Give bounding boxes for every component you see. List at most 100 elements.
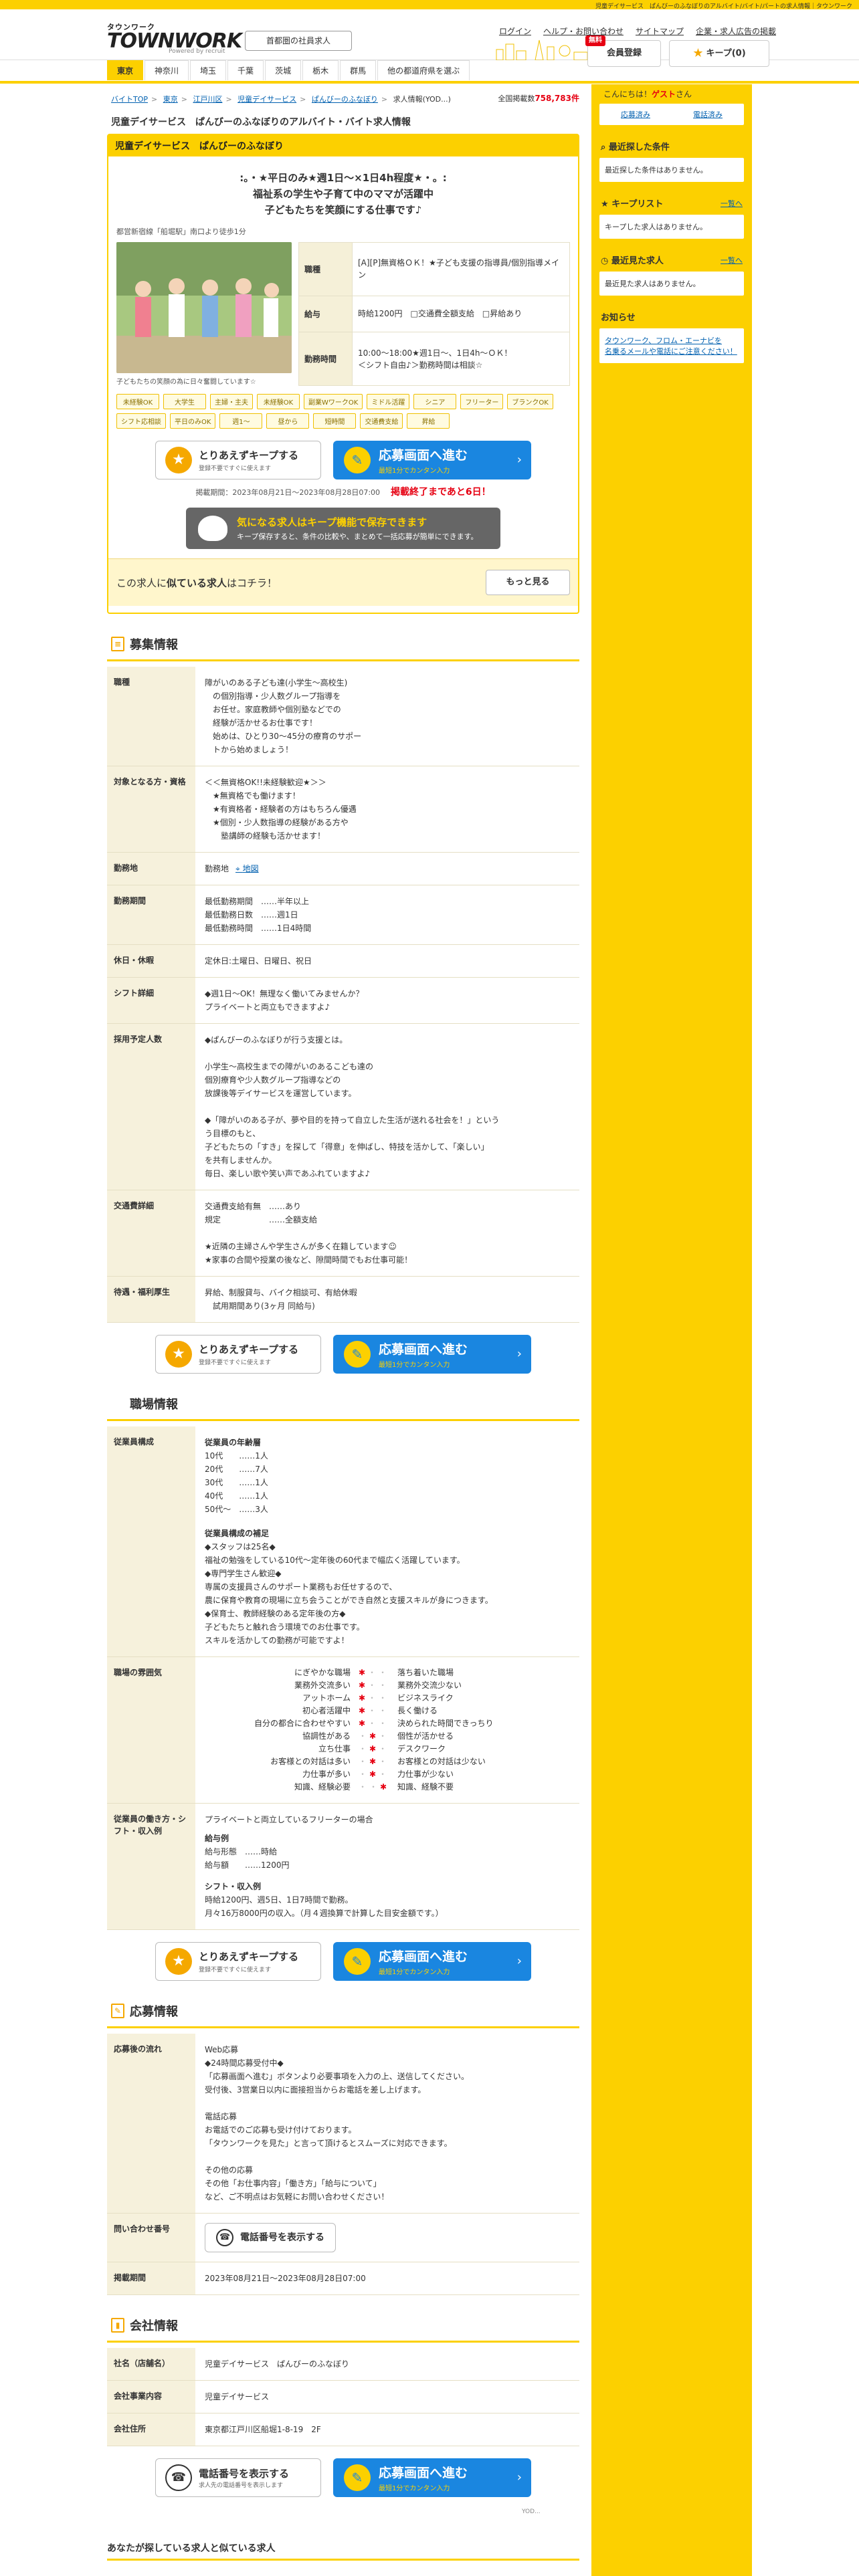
atmosphere-dots: ✱・・ <box>351 1667 397 1679</box>
atmosphere-left: アットホーム <box>302 1693 351 1703</box>
atmosphere-dots: ✱・・ <box>351 1717 397 1730</box>
register-button[interactable]: 無料 会員登録 <box>585 35 661 67</box>
atmosphere-dot: ・ <box>379 1719 390 1728</box>
row-value: 東京都江戸川区船堀1-8-19 2F <box>195 2413 579 2446</box>
row-value: 児童デイサービス ぱんびーのふなぼり <box>195 2348 579 2381</box>
table-row: シフト詳細 ◆週1日〜OK！無理なく働いてみませんか？ プライベートと両立もできま… <box>107 977 579 1024</box>
show-phone-button[interactable]: ☎ 電話番号を表示する 求人先の電話番号を表示します <box>155 2458 321 2497</box>
row-value: 昇給、制服貸与、バイク相談可、有給休暇 試用期間あり(3ヶ月 同給与) <box>195 1276 579 1323</box>
help-link[interactable]: ヘルプ・お問い合わせ <box>543 25 624 37</box>
phone-icon: ☎ <box>216 2229 233 2246</box>
keep-header-button[interactable]: ★ キープ(0) <box>669 40 769 67</box>
summary-label: 勤務時間 <box>298 332 353 386</box>
action-buttons: ★ とりあえずキープする 登録不要ですぐに使えます ✎ 応募画面へ進む 最短1分でカ… <box>116 441 570 479</box>
keeplist-more-link[interactable]: 一覧へ <box>721 198 743 209</box>
atmosphere-right: 知識、経験不要 <box>397 1782 454 1792</box>
apply-button[interactable]: ✎ 応募画面へ進む 最短1分でカンタン入力 › <box>333 2458 531 2497</box>
keep-feature-banner[interactable]: 気になる求人はキープ機能で保存できます キープ保存すると、条件の比較や、まとめて一… <box>186 508 500 549</box>
keep-header-label: キープ(0) <box>706 48 746 59</box>
job-summary-card: 児童デイサービス ぱんびーのふなぼり :。・★平日のみ★週1日〜×1日4h程度★… <box>107 134 579 614</box>
catch-copy: :。・★平日のみ★週1日〜×1日4h程度★・。: 福祉系の学生や子育て中のママが… <box>240 172 447 216</box>
nav-chiba[interactable]: 千葉 <box>227 60 264 80</box>
job-photo[interactable] <box>116 242 292 373</box>
recent-seen-more-link[interactable]: 一覧へ <box>721 255 743 265</box>
feature-tag: 週1～ <box>219 413 263 429</box>
feature-tag: ミドル活躍 <box>367 394 410 409</box>
age-title: 従業員の年齢層 <box>205 1438 262 1447</box>
document-icon: ≡ <box>111 637 124 651</box>
summary-value: 時給1200円 □交通費全額支給 □昇給あり <box>352 295 570 333</box>
breadcrumb-item[interactable]: 東京 <box>163 95 178 104</box>
apply-button[interactable]: ✎ 応募画面へ進む 最短1分でカンタン入力 › <box>333 1335 531 1374</box>
age-row: 40代 ……1人 <box>205 1491 268 1501</box>
table-row: 問い合わせ番号 ☎ 電話番号を表示する <box>107 2213 579 2262</box>
table-row: 給与 時給1200円 □交通費全額支給 □昇給あり <box>298 295 570 333</box>
atmosphere-right: 落ち着いた職場 <box>397 1668 454 1677</box>
atmosphere-row: 立ち仕事 ・✱・ デスクワーク <box>205 1743 570 1755</box>
nav-other-prefectures[interactable]: 他の都道府県を選ぶ <box>377 60 470 80</box>
summary-label: 給与 <box>298 295 353 333</box>
table-row: 職種 [A][P]無資格ＯＫ！★子ども支援の指導員/個別指導メイン <box>298 242 570 296</box>
table-row: 従業員の働き方・シフト・収入例 プライベートと両立しているフリーターの場合 給与… <box>107 1803 579 1930</box>
search-icon: ⌕ <box>601 142 609 152</box>
row-value: プライベートと両立しているフリーターの場合 給与例 給与形態 ……時給 給与額 … <box>195 1803 579 1930</box>
map-label: 地図 <box>242 864 259 873</box>
breadcrumb-item[interactable]: 児童デイサービス <box>237 95 296 104</box>
row-value: Web応募 ◆24時間応募受付中◆ 「応募画面へ進む」ボタンより必要事項を入力の… <box>195 2034 579 2214</box>
atmosphere-left: 知識、経験必要 <box>294 1782 351 1792</box>
nav-ibaraki[interactable]: 茨城 <box>265 60 302 80</box>
chevron-right-icon: › <box>516 1954 522 1968</box>
company-heading: ▮ 会社情報 <box>107 2307 579 2343</box>
free-badge: 無料 <box>585 35 605 46</box>
see-more-button[interactable]: もっと見る <box>486 570 570 595</box>
atmosphere-row: お客様との対話は多い ・✱・ お客様との対話は少ない <box>205 1755 570 1768</box>
breadcrumb-item[interactable]: ぱんびーのふなぼり <box>312 95 378 104</box>
atmosphere-row: 業務外交流多い ✱・・ 業務外交流少ない <box>205 1679 570 1692</box>
keeplist-label: キープリスト <box>611 199 664 209</box>
sitemap-link[interactable]: サイトマップ <box>636 25 684 37</box>
similar-prefix: この求人に <box>116 576 167 589</box>
nav-tokyo[interactable]: 東京 <box>107 60 144 80</box>
row-value: 最低勤務期間 ……半年以上 最低勤務日数 ……週1日 最低勤務時間 ……1日4時… <box>195 885 579 945</box>
atmosphere-right: 決められた時間できっちり <box>397 1719 494 1728</box>
keep-button[interactable]: ★ とりあえずキープする 登録不要ですぐに使えます <box>155 1335 321 1374</box>
recruit-table: 職種 障がいのある子ども達(小学生〜高校生) の個別指導・少人数グループ指導を お… <box>107 667 579 1323</box>
apply-button[interactable]: ✎ 応募画面へ進む 最短1分でカンタン入力 › <box>333 441 531 479</box>
nav-gunma[interactable]: 群馬 <box>340 60 377 80</box>
staff-recruit-link[interactable]: 首都圏の社員求人 <box>245 31 352 51</box>
townwork-logo[interactable]: タウンワーク TOWNWORK Powered by recruit <box>107 21 242 55</box>
row-label: 会社事業内容 <box>107 2380 195 2413</box>
tab-called[interactable]: 電話済み <box>672 104 744 125</box>
apply-button[interactable]: ✎ 応募画面へ進む 最短1分でカンタン入力 › <box>333 1942 531 1981</box>
notice-link[interactable]: タウンワーク、フロム・エーナビを 名乗るメールや電話にご注意ください！ <box>605 336 737 356</box>
pen-icon: ✎ <box>344 1948 371 1975</box>
row-value: 2023年08月21日〜2023年08月28日07:00 <box>195 2262 579 2295</box>
atmosphere-dot: ✱ <box>379 1782 390 1792</box>
atmosphere-left: にぎやかな職場 <box>294 1668 351 1677</box>
apply-button-sub: 最短1分でカンタン入力 <box>379 2485 450 2492</box>
apply-heading-text: 応募情報 <box>130 2005 178 2019</box>
nav-tochigi[interactable]: 栃木 <box>302 60 339 80</box>
atmosphere-dots: ✱・・ <box>351 1692 397 1705</box>
keep-button[interactable]: ★ とりあえずキープする 登録不要ですぐに使えます <box>155 441 321 479</box>
feature-tag: 副業WワークOK <box>304 394 363 409</box>
login-link[interactable]: ログイン <box>499 25 531 37</box>
show-phone-button[interactable]: ☎ 電話番号を表示する <box>205 2223 336 2252</box>
corporate-link[interactable]: 企業・求人広告の掲載 <box>696 25 776 37</box>
job-code: YOD... <box>522 2508 541 2515</box>
feature-tag: シフト応相談 <box>116 413 166 429</box>
keep-button-sub: 登録不要ですぐに使えます <box>199 465 272 472</box>
keep-button[interactable]: ★ とりあえずキープする 登録不要ですぐに使えます <box>155 1942 321 1981</box>
nav-saitama[interactable]: 埼玉 <box>190 60 227 80</box>
map-link[interactable]: ⌖ 地図 <box>235 864 259 873</box>
breadcrumb-item[interactable]: 江戸川区 <box>193 95 222 104</box>
breadcrumb-item[interactable]: バイトTOP <box>111 95 148 104</box>
feature-tag: フリーター <box>460 394 504 409</box>
nav-kanagawa[interactable]: 神奈川 <box>145 60 189 80</box>
total-label: 全国掲載数 <box>498 94 535 103</box>
deadline-text: 掲載終了まであと6日！ <box>391 487 491 498</box>
greeting-suffix: さん <box>676 90 692 99</box>
tab-applied[interactable]: 応募済み <box>599 104 672 125</box>
summary-value: [A][P]無資格ＯＫ！★子ども支援の指導員/個別指導メイン <box>352 242 570 296</box>
pen-icon: ✎ <box>344 1341 371 1368</box>
